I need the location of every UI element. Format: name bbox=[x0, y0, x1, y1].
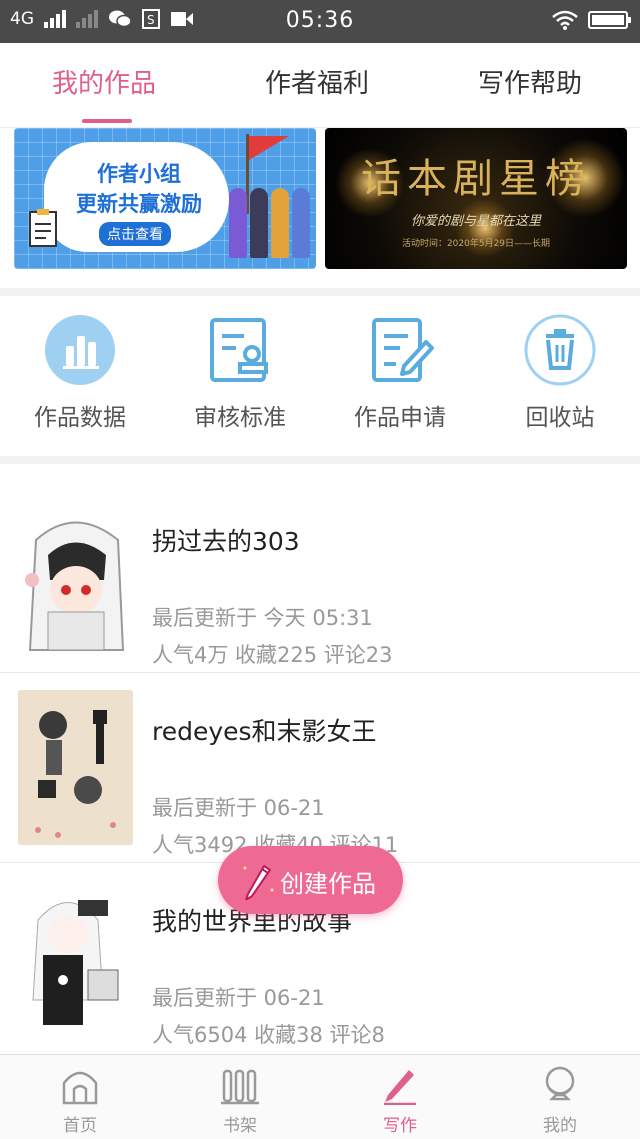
pen-icon bbox=[243, 865, 274, 900]
banner-right-note: 活动时间：2020年5月29日——长期 bbox=[401, 239, 551, 249]
banner-view-button[interactable]: 点击查看 bbox=[99, 222, 171, 246]
nav-label: 书架 bbox=[223, 1116, 257, 1136]
tool-review-standards[interactable]: 审核标准 bbox=[160, 296, 320, 432]
work-updated: 最后更新于 06-21 bbox=[152, 986, 325, 1010]
author-tools: 作品数据 审核标准 作品申请 回收站 bbox=[0, 296, 640, 456]
tool-label: 回收站 bbox=[525, 405, 595, 431]
work-item[interactable]: 拐过去的303 最后更新于 今天 05:31 人气4万 收藏225 评论23 bbox=[0, 482, 640, 673]
tool-label: 审核标准 bbox=[194, 405, 286, 431]
work-cover-image bbox=[18, 690, 133, 845]
banner-right-subtitle: 你爱的剧与星都在这里 bbox=[410, 214, 541, 229]
review-stamp-icon bbox=[204, 314, 276, 386]
tool-label: 作品申请 bbox=[354, 405, 446, 431]
tab-writing-help[interactable]: 写作帮助 bbox=[478, 63, 582, 100]
nav-label: 写作 bbox=[383, 1116, 417, 1136]
tab-author-benefits[interactable]: 作者福利 bbox=[265, 63, 369, 100]
work-stats: 人气4万 收藏225 评论23 bbox=[152, 643, 393, 667]
banner-right-title: 话本剧星榜 bbox=[361, 156, 591, 202]
work-title: redeyes和末影女王 bbox=[152, 717, 377, 746]
bar-chart-icon bbox=[44, 314, 116, 386]
nav-writing[interactable]: 写作 bbox=[320, 1063, 480, 1136]
status-bar: 4G S 05:36 bbox=[0, 0, 640, 43]
tool-recycle-bin[interactable]: 回收站 bbox=[480, 296, 640, 432]
tool-work-application[interactable]: 作品申请 bbox=[320, 296, 480, 432]
trash-icon bbox=[524, 314, 596, 386]
bookshelf-icon bbox=[160, 1063, 320, 1107]
tab-my-works[interactable]: 我的作品 bbox=[52, 63, 156, 100]
section-divider bbox=[0, 288, 640, 296]
banner-left-line2: 更新共赢激励 bbox=[76, 192, 202, 216]
bottom-nav: 首页 书架 写作 我的 bbox=[0, 1054, 640, 1139]
create-work-label: 创建作品 bbox=[280, 870, 376, 898]
work-item[interactable]: redeyes和末影女王 最后更新于 06-21 人气3492 收藏40 评论1… bbox=[0, 672, 640, 863]
nav-profile[interactable]: 我的 bbox=[480, 1063, 640, 1136]
nav-home[interactable]: 首页 bbox=[0, 1063, 160, 1136]
profile-icon bbox=[480, 1063, 640, 1107]
create-work-button[interactable]: 创建作品 bbox=[218, 846, 403, 914]
banner-left-line1: 作者小组 bbox=[97, 162, 181, 186]
home-icon bbox=[0, 1063, 160, 1107]
clipboard-icon bbox=[29, 209, 57, 247]
work-stats: 人气6504 收藏38 评论8 bbox=[152, 1023, 385, 1047]
wifi-icon bbox=[552, 10, 578, 30]
edit-document-icon bbox=[364, 314, 436, 386]
top-tabs: 我的作品 作者福利 写作帮助 bbox=[0, 43, 640, 128]
pen-icon bbox=[320, 1063, 480, 1107]
tool-work-data[interactable]: 作品数据 bbox=[0, 296, 160, 432]
nav-label: 首页 bbox=[63, 1116, 97, 1136]
battery-icon bbox=[588, 11, 631, 29]
work-updated: 最后更新于 06-21 bbox=[152, 796, 325, 820]
banner-row: 作者小组 更新共赢激励 点击查看 话本剧星榜 你爱的剧与星都在这里 活动时间：2… bbox=[0, 128, 640, 288]
work-cover-image bbox=[18, 880, 133, 1035]
tool-label: 作品数据 bbox=[34, 405, 126, 431]
drama-star-ranking-banner[interactable]: 话本剧星榜 你爱的剧与星都在这里 活动时间：2020年5月29日——长期 bbox=[325, 128, 627, 269]
author-group-banner[interactable]: 作者小组 更新共赢激励 点击查看 bbox=[14, 128, 316, 269]
section-divider bbox=[0, 456, 640, 464]
status-right bbox=[552, 10, 631, 30]
nav-bookshelf[interactable]: 书架 bbox=[160, 1063, 320, 1136]
work-title: 拐过去的303 bbox=[152, 527, 300, 556]
red-flag-icon bbox=[249, 136, 289, 160]
clock: 05:36 bbox=[285, 8, 355, 33]
active-tab-indicator bbox=[82, 119, 132, 123]
cartoon-authors-illustration bbox=[229, 188, 310, 258]
work-cover-image bbox=[18, 500, 133, 655]
nav-label: 我的 bbox=[543, 1116, 577, 1136]
work-updated: 最后更新于 今天 05:31 bbox=[152, 606, 373, 630]
